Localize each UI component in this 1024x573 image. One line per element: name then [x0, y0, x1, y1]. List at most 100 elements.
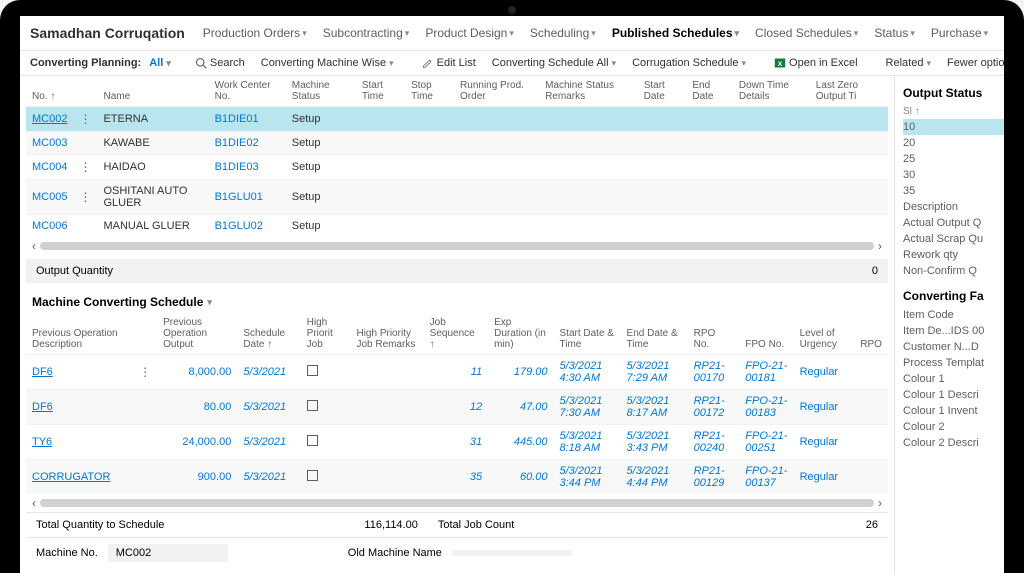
col-header[interactable]: Machine Status Remarks: [539, 76, 638, 107]
scroll-left-icon[interactable]: ‹: [32, 496, 36, 510]
col-header[interactable]: Machine Status: [286, 76, 356, 107]
scrollbar-track[interactable]: [40, 499, 874, 507]
high-priority-checkbox[interactable]: [307, 400, 318, 411]
sl-item[interactable]: 20: [903, 135, 1004, 151]
fpo-no[interactable]: FPO-21-00137: [739, 460, 793, 495]
prev-output[interactable]: 80.00: [157, 390, 237, 425]
col-header[interactable]: Stop Time: [405, 76, 454, 107]
col-header[interactable]: Name: [97, 76, 208, 107]
prev-output[interactable]: 24,000.00: [157, 425, 237, 460]
scroll-right-icon[interactable]: ›: [878, 239, 882, 253]
col-header[interactable]: Exp Duration (in min): [488, 313, 553, 355]
fact-item[interactable]: Customer N...D: [903, 339, 1004, 355]
col-header[interactable]: Start Time: [356, 76, 405, 107]
filter-all[interactable]: All ▾: [149, 57, 171, 69]
fact-item[interactable]: Colour 2 Descri: [903, 435, 1004, 451]
work-center-link[interactable]: B1GLU01: [215, 191, 263, 203]
col-header[interactable]: FPO No.: [739, 313, 793, 355]
table-row[interactable]: MC003KAWABEB1DIE02Setup: [26, 132, 888, 155]
machine-no-value[interactable]: MC002: [108, 544, 228, 562]
job-seq[interactable]: 31: [424, 425, 488, 460]
prev-op-link[interactable]: DF6: [32, 366, 53, 378]
col-header[interactable]: Previous Operation Output: [157, 313, 237, 355]
schedule-date[interactable]: 5/3/2021: [237, 355, 300, 390]
fact-item[interactable]: Actual Scrap Qu: [903, 231, 1004, 247]
col-header[interactable]: RPO: [854, 313, 888, 355]
table-row[interactable]: MC004⋮HAIDAOB1DIE03Setup: [26, 155, 888, 180]
rpo-no[interactable]: RP21-00240: [688, 425, 740, 460]
col-header[interactable]: End Date: [686, 76, 733, 107]
job-seq[interactable]: 12: [424, 390, 488, 425]
prev-op-link[interactable]: TY6: [32, 436, 52, 448]
col-header[interactable]: Job Sequence ↑: [424, 313, 488, 355]
work-center-link[interactable]: B1DIE02: [215, 137, 259, 149]
open-excel-cmd[interactable]: XOpen in Excel: [770, 55, 861, 71]
old-machine-value[interactable]: [452, 550, 572, 556]
schedule-date[interactable]: 5/3/2021: [237, 390, 300, 425]
table-row[interactable]: DF6⋮8,000.005/3/202111179.005/3/2021 4:3…: [26, 355, 888, 390]
rpo-no[interactable]: RP21-00170: [688, 355, 740, 390]
prev-op-link[interactable]: CORRUGATOR: [32, 471, 110, 483]
fewer-options-cmd[interactable]: Fewer options: [943, 55, 1004, 71]
related-cmd[interactable]: Related ▾: [882, 55, 935, 71]
schedule-section-header[interactable]: Machine Converting Schedule▾: [26, 287, 888, 313]
sl-item[interactable]: 10: [903, 119, 1004, 135]
nav-bales[interactable]: Bales ▾: [998, 24, 1004, 42]
fpo-no[interactable]: FPO-21-00181: [739, 355, 793, 390]
schedule-date[interactable]: 5/3/2021: [237, 425, 300, 460]
nav-scheduling[interactable]: Scheduling ▾: [524, 24, 602, 42]
scroll-right-icon[interactable]: ›: [878, 496, 882, 510]
nav-product-design[interactable]: Product Design ▾: [419, 24, 520, 42]
row-actions-icon[interactable]: ⋮: [139, 365, 151, 379]
hscroll-1[interactable]: ‹ ›: [26, 237, 888, 255]
machine-no-link[interactable]: MC003: [32, 137, 67, 149]
corrugation-schedule-cmd[interactable]: Corrugation Schedule ▾: [628, 55, 750, 71]
table-row[interactable]: MC005⋮OSHITANI AUTO GLUERB1GLU01Setup: [26, 180, 888, 215]
nav-status[interactable]: Status ▾: [868, 24, 921, 42]
col-header[interactable]: Work Center No.: [209, 76, 286, 107]
work-center-link[interactable]: B1DIE01: [215, 113, 259, 125]
high-priority-checkbox[interactable]: [307, 365, 318, 376]
machine-no-link[interactable]: MC002: [32, 113, 67, 125]
col-header[interactable]: Running Prod. Order: [454, 76, 539, 107]
edit-list-cmd[interactable]: Edit List: [418, 55, 480, 71]
col-header[interactable]: Start Date & Time: [554, 313, 621, 355]
search-cmd[interactable]: Search: [191, 55, 249, 71]
prev-output[interactable]: 8,000.00: [157, 355, 237, 390]
col-header[interactable]: Previous Operation Description: [26, 313, 133, 355]
table-row[interactable]: MC002⋮ETERNAB1DIE01Setup: [26, 107, 888, 132]
fact-item[interactable]: Item Code: [903, 307, 1004, 323]
fpo-no[interactable]: FPO-21-00251: [739, 425, 793, 460]
hscroll-2[interactable]: ‹ ›: [26, 494, 888, 512]
col-header[interactable]: Start Date: [638, 76, 687, 107]
schedule-all-cmd[interactable]: Converting Schedule All ▾: [488, 55, 620, 71]
row-actions-icon[interactable]: ⋮: [79, 190, 91, 204]
schedule-date[interactable]: 5/3/2021: [237, 460, 300, 495]
sl-item[interactable]: 35: [903, 183, 1004, 199]
col-header[interactable]: Down Time Details: [733, 76, 810, 107]
nav-purchase[interactable]: Purchase ▾: [925, 24, 994, 42]
high-priority-checkbox[interactable]: [307, 435, 318, 446]
col-header[interactable]: End Date & Time: [621, 313, 688, 355]
fact-item[interactable]: Colour 1: [903, 371, 1004, 387]
fact-item[interactable]: Colour 1 Invent: [903, 403, 1004, 419]
machine-wise-cmd[interactable]: Converting Machine Wise ▾: [257, 55, 398, 71]
fpo-no[interactable]: FPO-21-00183: [739, 390, 793, 425]
col-header[interactable]: [133, 313, 157, 355]
machine-no-link[interactable]: MC004: [32, 161, 67, 173]
fact-item[interactable]: Colour 1 Descri: [903, 387, 1004, 403]
table-row[interactable]: CORRUGATOR900.005/3/20213560.005/3/2021 …: [26, 460, 888, 495]
table-row[interactable]: MC006MANUAL GLUERB1GLU02Setup: [26, 215, 888, 238]
nav-subcontracting[interactable]: Subcontracting ▾: [317, 24, 416, 42]
nav-published-schedules[interactable]: Published Schedules ▾: [606, 24, 745, 42]
sl-item[interactable]: 30: [903, 167, 1004, 183]
prev-op-link[interactable]: DF6: [32, 401, 53, 413]
job-seq[interactable]: 35: [424, 460, 488, 495]
col-header[interactable]: Level of Urgency: [794, 313, 855, 355]
fact-item[interactable]: Rework qty: [903, 247, 1004, 263]
fact-item[interactable]: Non-Confirm Q: [903, 263, 1004, 279]
col-header[interactable]: Schedule Date ↑: [237, 313, 300, 355]
machine-no-link[interactable]: MC006: [32, 220, 67, 232]
prev-output[interactable]: 900.00: [157, 460, 237, 495]
work-center-link[interactable]: B1DIE03: [215, 161, 259, 173]
